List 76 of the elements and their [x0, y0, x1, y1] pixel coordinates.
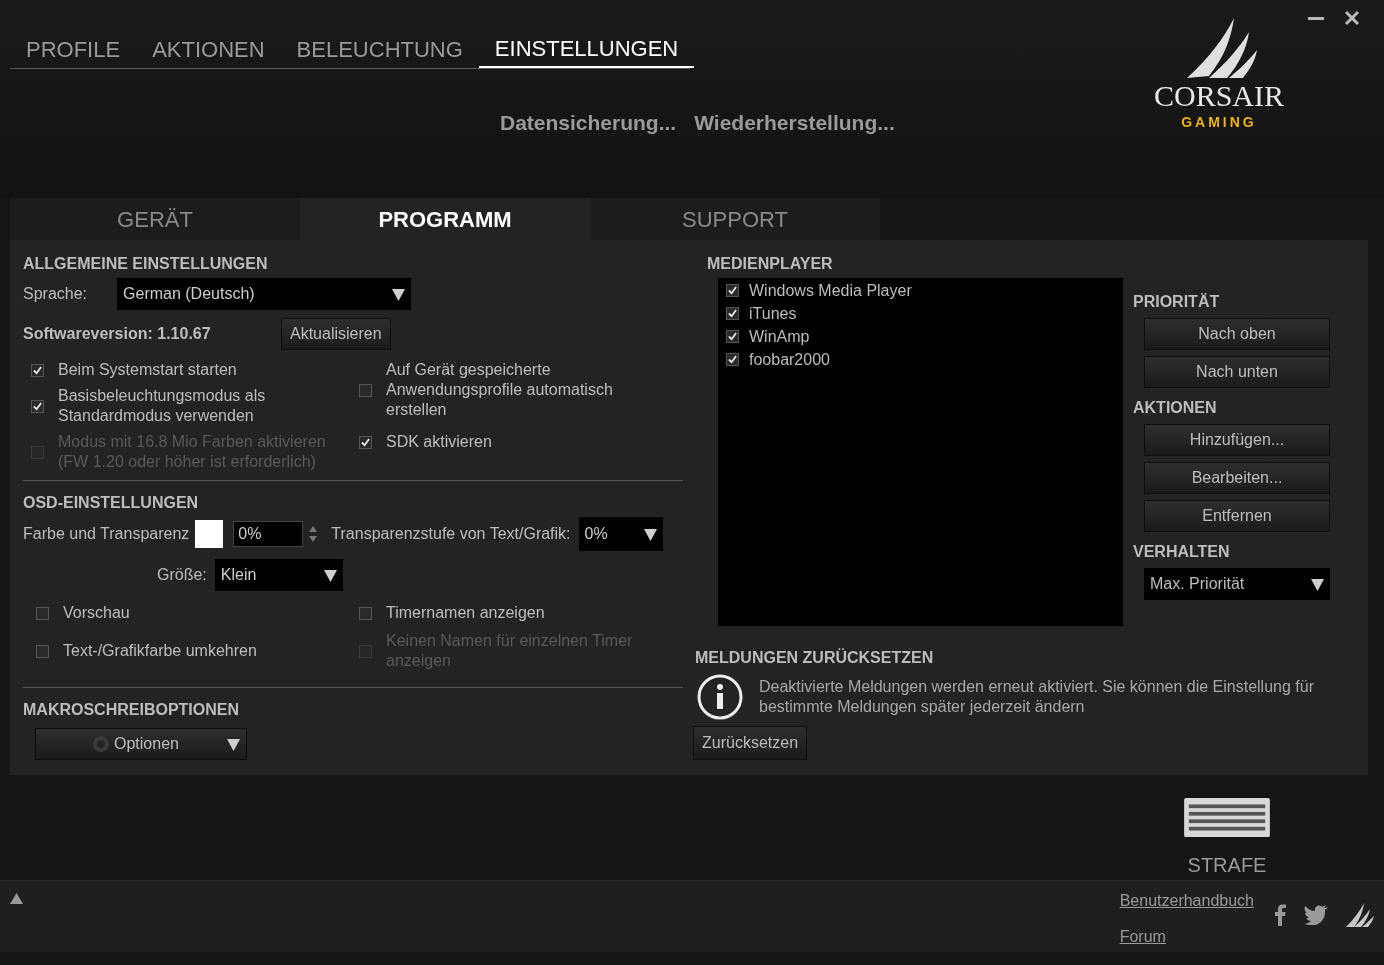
nav-tab[interactable]: BELEUCHTUNG [280, 34, 479, 68]
option-label: Vorschau [63, 603, 130, 623]
section-heading: AKTIONEN [1133, 398, 1218, 418]
nav-tab[interactable]: EINSTELLUNGEN [478, 34, 695, 68]
footer-link[interactable]: Forum [1119, 925, 1254, 949]
checkbox[interactable] [31, 399, 44, 413]
caret-icon [227, 737, 240, 751]
settings-tab[interactable]: PROGRAMM [300, 198, 590, 240]
info-icon [697, 674, 743, 720]
option-label: Basisbeleuchtungsmodus als Standardmodus verwenden [58, 386, 267, 426]
caret-icon [1311, 577, 1324, 591]
section-heading: MEDIENPLAYER [707, 254, 834, 274]
media-player-item[interactable]: Windows Media Player [749, 280, 912, 301]
settings-tab[interactable]: SUPPORT [590, 198, 880, 240]
caret-icon [323, 568, 337, 582]
media-player-item[interactable]: foobar2000 [749, 349, 830, 370]
option-label: Timernamen anzeigen [386, 603, 545, 623]
close-icon[interactable] [1344, 10, 1360, 26]
nav-tab[interactable]: AKTIONEN [136, 34, 281, 68]
section-heading: VERHALTEN [1133, 542, 1231, 562]
action-button[interactable]: Aktualisieren [281, 318, 391, 350]
logo-wordmark: CORSAIR [1153, 80, 1284, 112]
sails-icon[interactable] [1346, 902, 1374, 927]
software-version: Softwareversion: 1.10.67 [23, 324, 212, 344]
checkbox[interactable] [31, 363, 44, 377]
language-dropdown[interactable]: German (Deutsch) [117, 278, 412, 310]
section-heading: OSD-EINSTELLUNGEN [23, 493, 200, 513]
color-swatch[interactable] [195, 520, 224, 548]
field-label: Größe: [157, 565, 207, 585]
option-label: SDK aktivieren [386, 432, 492, 452]
section-heading: MAKROSCHREIBOPTIONEN [23, 700, 240, 720]
media-player-item[interactable]: iTunes [749, 303, 797, 324]
action-button[interactable]: Entfernen [1144, 500, 1330, 532]
options-dropdown[interactable]: Optionen [35, 728, 247, 760]
checkbox[interactable] [726, 284, 739, 297]
settings-tab[interactable]: GERÄT [10, 198, 300, 240]
transparency-field[interactable]: 0% [233, 521, 304, 547]
checkbox[interactable] [36, 644, 49, 658]
bird-icon[interactable] [1304, 904, 1328, 925]
checkbox[interactable] [359, 435, 372, 449]
field-label: Transparenzstufe von Text/Grafik: [331, 524, 571, 544]
action-button[interactable]: Zurücksetzen [693, 726, 808, 760]
checkbox[interactable] [359, 606, 372, 620]
caret-icon [392, 287, 406, 301]
reset-message: Deaktivierte Meldungen werden erneut aktiviert. Sie können die Einstellung für bestimmte Meldungen später jederzeit ändern [759, 677, 1315, 717]
section-heading: ALLGEMEINE EINSTELLUNGEN [23, 254, 269, 274]
action-button[interactable]: Bearbeiten... [1144, 462, 1330, 494]
option-label: Beim Systemstart starten [58, 360, 237, 380]
text-transparency-dropdown[interactable]: 0% [578, 517, 663, 551]
option-label: Text-/Grafikfarbe umkehren [63, 641, 257, 661]
media-player-item[interactable]: WinAmp [749, 326, 810, 347]
header-link[interactable]: Datensicherung... [500, 107, 677, 139]
collapse-arrow-icon[interactable] [10, 893, 23, 904]
device-name[interactable]: STRAFE [1187, 850, 1267, 880]
size-dropdown[interactable]: Klein [214, 559, 343, 591]
header-link[interactable]: Wiederherstellung... [694, 107, 895, 139]
action-button[interactable]: Nach unten [1144, 356, 1330, 388]
checkbox[interactable] [726, 353, 739, 366]
action-button[interactable]: Nach oben [1144, 318, 1330, 350]
facebook-icon[interactable] [1274, 903, 1286, 926]
checkbox[interactable] [726, 330, 739, 343]
behavior-dropdown[interactable]: Max. Priorität [1144, 568, 1330, 600]
checkbox[interactable] [36, 606, 49, 620]
footer-link[interactable]: Benutzerhandbuch [1119, 889, 1254, 913]
nav-tab[interactable]: PROFILE [10, 34, 137, 68]
field-label: Farbe und Transparenz [23, 524, 190, 544]
logo-tagline: GAMING [1181, 113, 1257, 132]
checkbox[interactable] [359, 383, 372, 397]
section-heading: MELDUNGEN ZURÜCKSETZEN [695, 647, 935, 668]
option-label: Auf Gerät gespeicherte Anwendungsprofile automatisch erstellen [386, 360, 614, 420]
checkbox[interactable] [726, 307, 739, 320]
action-button[interactable]: Hinzufügen... [1144, 424, 1330, 456]
section-heading: PRIORITÄT [1133, 292, 1221, 312]
field-label: Sprache: [23, 284, 88, 304]
spinner-icon[interactable] [309, 526, 318, 542]
caret-icon [643, 527, 657, 541]
